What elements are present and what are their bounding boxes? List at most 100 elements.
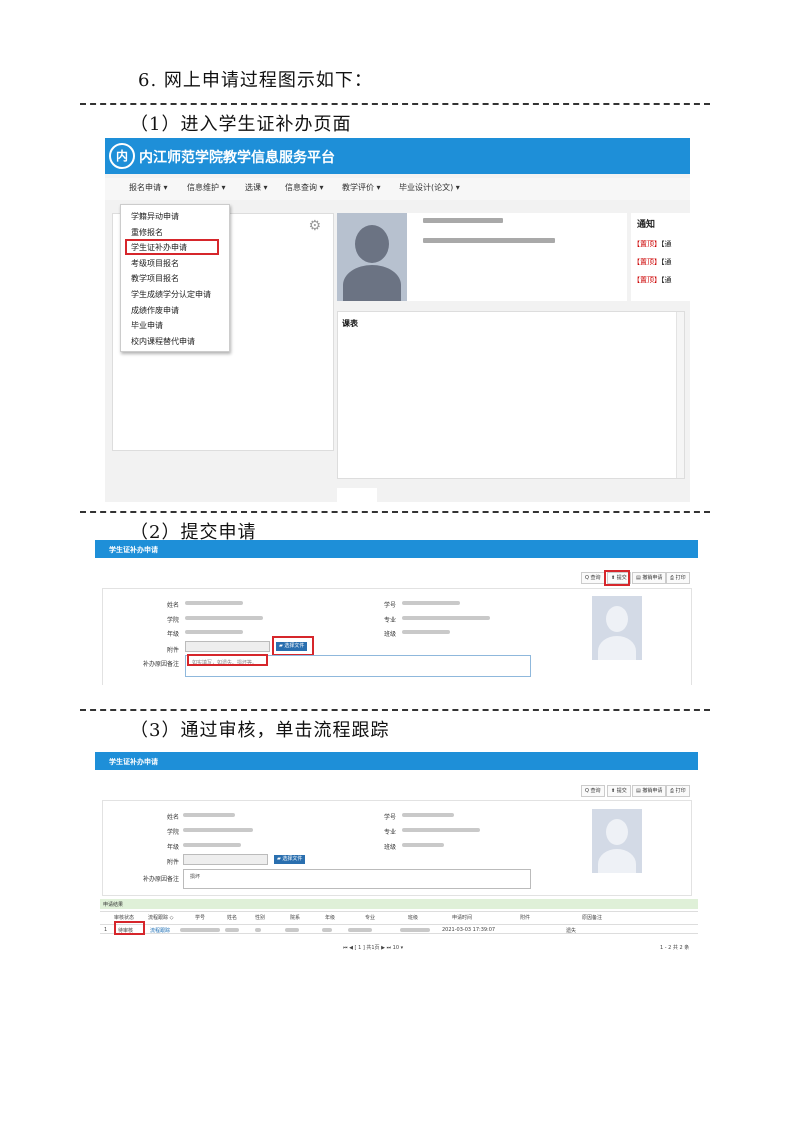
attachment-field[interactable]	[185, 641, 270, 652]
platform-title: 内江师范学院教学信息服务平台	[139, 150, 335, 166]
label-class: 班级	[384, 631, 397, 638]
track-link[interactable]: 流程跟踪	[150, 927, 170, 934]
column-header[interactable]: 性别	[255, 914, 265, 921]
revoke-button[interactable]: ▤ 撤销申请	[632, 572, 667, 584]
label-attachment: 附件	[167, 647, 180, 654]
label-grade: 年级	[167, 844, 180, 851]
highlight-submit	[604, 570, 630, 586]
avatar-placeholder	[592, 809, 642, 873]
choose-file-button[interactable]: ▰ 选择文件	[274, 855, 306, 864]
reason-textarea[interactable]: 损坏	[183, 869, 531, 889]
label-college: 学院	[167, 617, 180, 624]
menu-item-exam-register[interactable]: 考级项目报名	[121, 256, 229, 272]
highlight-status	[114, 921, 145, 935]
column-header[interactable]: 院系	[290, 914, 300, 921]
column-header[interactable]: 申请时间	[452, 914, 472, 921]
column-header[interactable]: 班级	[408, 914, 418, 921]
school-logo-icon: 内	[109, 143, 135, 169]
results-table: 审核状态 流程跟踪 ◇ 学号 姓名 性别 院系 年级 专业 班级 申请时间 附件…	[100, 911, 698, 941]
schedule-panel: 课表	[337, 311, 685, 479]
label-major: 专业	[384, 829, 397, 836]
menu-item-credit-recognition[interactable]: 学生成绩学分认定申请	[121, 287, 229, 303]
pager-summary: 1 - 2 共 2 条	[660, 945, 690, 951]
row-time: 2021-03-03 17:39:07	[442, 927, 496, 933]
menu-item-teaching-project[interactable]: 教学项目报名	[121, 271, 229, 287]
screenshot-tracking: 学生证补办申请 Q 查询 ⬆ 提交 ▤ 撤销申请 ⎙ 打印 姓名 学院 年级 附…	[95, 752, 698, 957]
schedule-label: 课表	[342, 319, 358, 328]
nav-info-query[interactable]: 信息查询 ▾	[285, 178, 324, 198]
highlight-student-card	[125, 239, 219, 255]
column-header[interactable]: 姓名	[227, 914, 237, 921]
menu-item-course-substitute[interactable]: 校内课程替代申请	[121, 334, 229, 350]
portal-header: 内 内江师范学院教学信息服务平台	[105, 138, 690, 174]
highlight-choose-file	[272, 636, 314, 656]
label-name: 姓名	[167, 814, 180, 821]
print-button[interactable]: ⎙ 打印	[666, 572, 690, 584]
result-bar: 申请结果	[100, 899, 698, 909]
label-student-id: 学号	[384, 814, 397, 821]
nav-thesis[interactable]: 毕业设计(论文) ▾	[399, 178, 460, 198]
reason-value: 损坏	[190, 874, 201, 880]
query-button[interactable]: Q 查询	[581, 785, 605, 797]
notice-title: 通知	[637, 220, 656, 230]
submit-button[interactable]: ⬆ 提交	[607, 785, 631, 797]
column-header[interactable]: 附件	[520, 914, 530, 921]
column-header[interactable]: 学号	[195, 914, 205, 921]
revoke-button[interactable]: ▤ 撤销申请	[632, 785, 667, 797]
label-major: 专业	[384, 617, 397, 624]
page-header-title: 学生证补办申请	[109, 546, 158, 554]
divider	[80, 103, 710, 105]
nav-course-select[interactable]: 选课 ▾	[245, 178, 268, 198]
nav-bar: 报名申请 ▾ 信息维护 ▾ 选课 ▾ 信息查询 ▾ 教学评价 ▾ 毕业设计(论文…	[105, 178, 690, 200]
column-header[interactable]: 原因备注	[582, 914, 602, 921]
column-header[interactable]: 流程跟踪 ◇	[148, 914, 173, 921]
avatar-placeholder	[592, 596, 642, 660]
highlight-reason	[187, 654, 268, 666]
attachment-field[interactable]	[183, 854, 268, 865]
pager[interactable]: ⏮ ◀ [ 1 ] 共1页 ▶ ⏭ 10 ▾	[343, 944, 403, 951]
page-header-title: 学生证补办申请	[109, 758, 158, 766]
nav-info-maintain[interactable]: 信息维护 ▾	[187, 178, 226, 198]
menu-item-grade-void[interactable]: 成绩作废申请	[121, 303, 229, 319]
notice-tail[interactable]: 【通	[661, 276, 672, 284]
label-reason: 补办原因备注	[143, 876, 180, 883]
label-name: 姓名	[167, 602, 180, 609]
nav-teaching-eval[interactable]: 教学评价 ▾	[342, 178, 381, 198]
document-title: 6. 网上申请过程图示如下：	[138, 70, 373, 91]
notice-tail[interactable]: 【通	[661, 240, 672, 248]
print-button[interactable]: ⎙ 打印	[666, 785, 690, 797]
page-header: 学生证补办申请	[95, 540, 698, 558]
label-attachment: 附件	[167, 859, 180, 866]
notice-tag[interactable]: 【置顶】	[633, 276, 661, 284]
apply-dropdown-menu: 学籍异动申请 重修报名 学生证补办申请 考级项目报名 教学项目报名 学生成绩学分…	[120, 204, 230, 352]
nav-apply[interactable]: 报名申请 ▾	[129, 178, 168, 198]
divider	[80, 709, 710, 711]
column-header[interactable]: 审核状态	[114, 914, 134, 921]
label-class: 班级	[384, 844, 397, 851]
row-index: 1	[104, 927, 108, 933]
label-reason: 补办原因备注	[143, 661, 180, 668]
avatar	[337, 213, 407, 301]
divider	[80, 511, 710, 513]
result-label: 申请结果	[103, 902, 124, 908]
label-student-id: 学号	[384, 602, 397, 609]
notice-tail[interactable]: 【通	[661, 258, 672, 266]
page-header: 学生证补办申请	[95, 752, 698, 770]
step1-heading: （1）进入学生证补办页面	[130, 114, 352, 135]
gear-icon[interactable]: ⚙	[308, 218, 321, 234]
screenshot-submit: 学生证补办申请 Q 查询 ⬆ 提交 ▤ 撤销申请 ⎙ 打印 姓名 学院 年级 附…	[95, 540, 698, 685]
notice-tag[interactable]: 【置顶】	[633, 258, 661, 266]
screenshot-portal: 内 内江师范学院教学信息服务平台 报名申请 ▾ 信息维护 ▾ 选课 ▾ 信息查询…	[105, 138, 690, 502]
notice-tag[interactable]: 【置顶】	[633, 240, 661, 248]
menu-item-retake[interactable]: 重修报名	[121, 225, 229, 241]
menu-item-graduation[interactable]: 毕业申请	[121, 318, 229, 334]
bottom-tab[interactable]	[337, 488, 377, 502]
table-row: 1 待审核 流程跟踪 2021-03-03 17:39:07 遗失	[100, 924, 698, 934]
scrollbar[interactable]	[676, 312, 684, 478]
menu-item-status-change[interactable]: 学籍异动申请	[121, 209, 229, 225]
column-header[interactable]: 年级	[325, 914, 335, 921]
label-college: 学院	[167, 829, 180, 836]
query-button[interactable]: Q 查询	[581, 572, 605, 584]
column-header[interactable]: 专业	[365, 914, 375, 921]
row-reason: 遗失	[566, 928, 577, 934]
